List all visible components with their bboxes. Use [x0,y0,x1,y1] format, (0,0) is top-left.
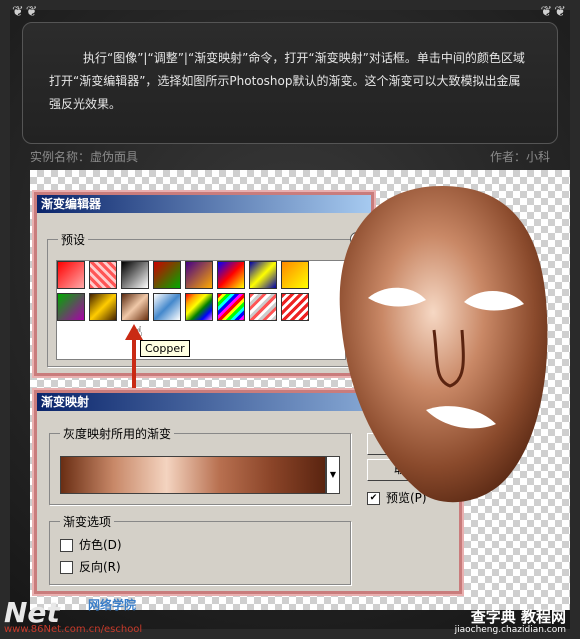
gradient-preview-bar[interactable] [60,456,326,494]
swatch-copper[interactable] [121,293,149,321]
swatch-blue-yellow-blue[interactable] [249,261,277,289]
instruction-panel: 执行“图像”|“调整”|“渐变映射”命令，打开“渐变映射”对话框。单击中间的颜色… [22,22,558,144]
swatch-gold[interactable] [89,293,117,321]
swatch-stripes[interactable] [281,293,309,321]
watermark-chazidian-url: jiaocheng.chazidian.com [454,625,566,635]
gradient-group: 灰度映射所用的渐变 ▼ [49,425,351,505]
example-name: 实例名称：虚伪面具 [30,150,139,164]
swatch-black-white[interactable] [121,261,149,289]
dither-label: 仿色(D) [79,538,122,552]
meta-row: 实例名称：虚伪面具 作者：小科 [30,148,550,165]
instruction-text: 执行“图像”|“调整”|“渐变映射”命令，打开“渐变映射”对话框。单击中间的颜色… [49,51,525,111]
gradient-options-label: 渐变选项 [60,513,115,530]
swatch-red-green[interactable] [153,261,181,289]
preset-tooltip: Copper [140,340,190,357]
dither-checkbox[interactable] [60,539,73,552]
watermark-net-sub: 网络学院 [88,598,137,612]
watermark-net-url: www.86Net.com.cn/eschool [4,624,143,635]
swatch-spectrum[interactable] [185,293,213,321]
preset-swatch-grid [56,260,346,360]
swatch-red-transparent[interactable] [89,261,117,289]
ornament-top-right: ❦❦ [540,4,568,20]
swatch-red[interactable] [57,261,85,289]
gradient-group-label: 灰度映射所用的渐变 [60,425,175,442]
swatch-rainbow[interactable] [217,293,245,321]
ornament-top-left: ❦❦ [12,4,40,20]
swatch-transparent-rainbow[interactable] [249,293,277,321]
gradient-options-group: 渐变选项 仿色(D) 反向(R) [49,513,351,585]
gradient-editor-dialog: 渐变编辑器 预设 ▶ Copper [34,192,374,376]
swatch-violet-orange[interactable] [185,261,213,289]
presets-group: 预设 ▶ Copper ☝ [47,231,364,367]
swatch-orange-yellow[interactable] [281,261,309,289]
reverse-option[interactable]: 反向(R) [60,558,121,575]
swatch-chrome[interactable] [153,293,181,321]
swatch-blue-red-yellow[interactable] [217,261,245,289]
reverse-checkbox[interactable] [60,561,73,574]
red-arrow-head [125,324,143,340]
swatch-green-violet[interactable] [57,293,85,321]
screenshot-canvas: 渐变编辑器 预设 ▶ Copper [30,170,570,610]
reverse-label: 反向(R) [79,560,121,574]
watermark-chazidian: 查字典 教程网 [470,608,566,626]
author-name: 作者：小科 [489,150,550,164]
dither-option[interactable]: 仿色(D) [60,536,122,553]
copper-mask-image [339,186,548,503]
gradient-editor-title: 渐变编辑器 [37,195,371,213]
presets-label: 预设 [58,231,89,248]
